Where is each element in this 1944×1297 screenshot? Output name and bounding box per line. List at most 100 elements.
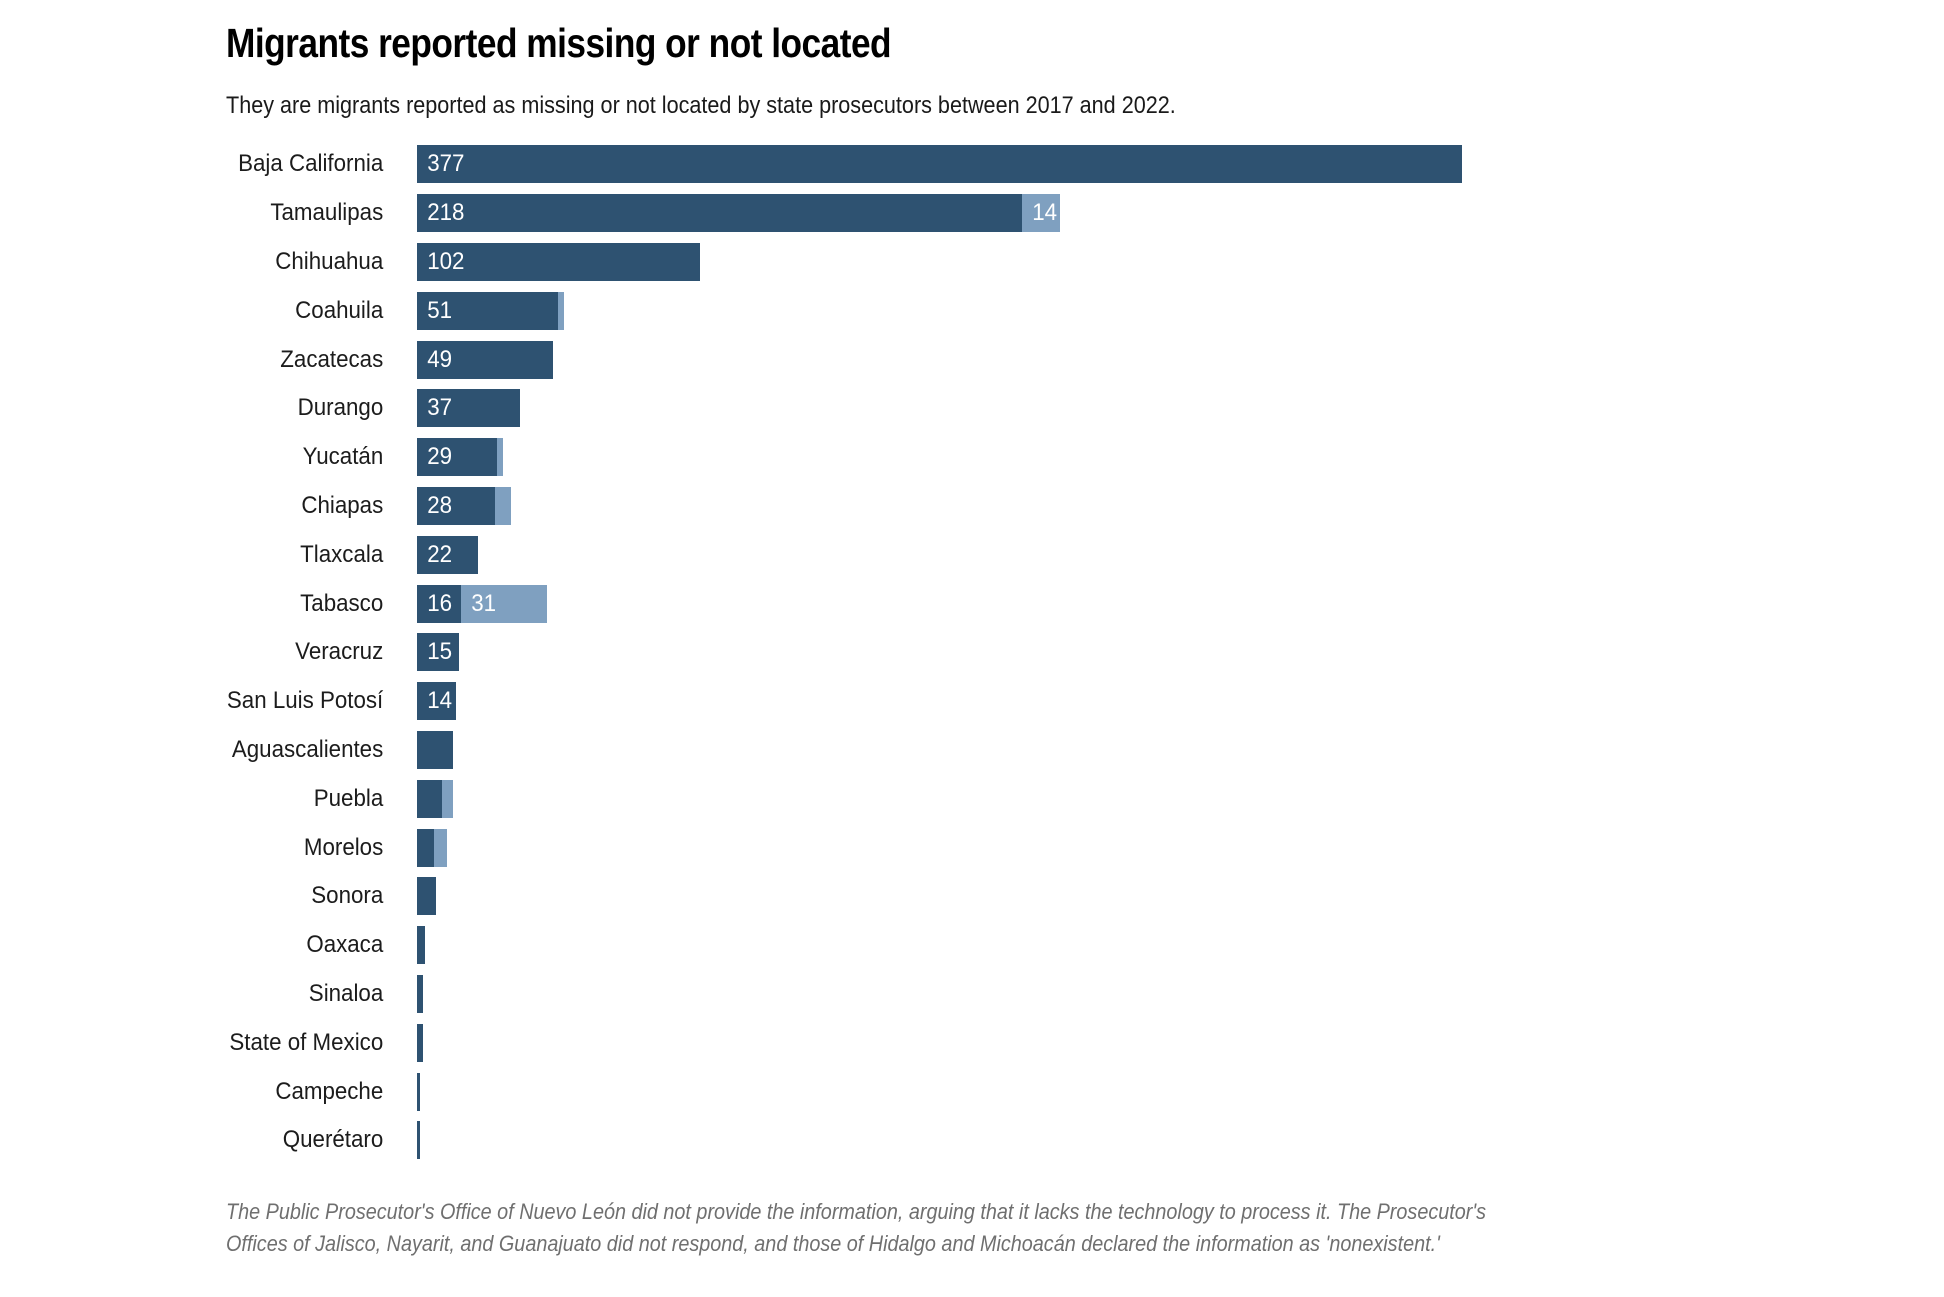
category-label: Tlaxcala xyxy=(300,540,384,568)
category-label: Sinaloa xyxy=(308,979,384,1007)
bar-segment-missing xyxy=(417,974,423,1013)
bar-value-label: 218 xyxy=(427,199,465,227)
category-label: Chiapas xyxy=(301,491,384,519)
chart-subtitle: They are migrants reported as missing or… xyxy=(226,92,1176,119)
stacked-bar: 15 xyxy=(417,633,459,672)
bar-segment-missing xyxy=(417,1121,420,1160)
bar-value-label: 377 xyxy=(427,150,465,178)
bar-segment-missing: 22 xyxy=(417,535,478,574)
stacked-bar: 29 xyxy=(417,438,503,477)
bar-row: Coahuila 51 xyxy=(0,286,1944,335)
page-title: Migrants reported missing or not located xyxy=(226,20,892,66)
bar-row: Tamaulipas 218 14 xyxy=(0,189,1944,238)
bar-segment-not-located xyxy=(441,779,454,818)
stacked-bar: 28 xyxy=(417,486,512,525)
chart-footnote: The Public Prosecutor's Office of Nuevo … xyxy=(226,1199,1487,1256)
bar-row: Querétaro xyxy=(0,1116,1944,1165)
bar-row: Chihuahua 102 xyxy=(0,238,1944,287)
bar-row: San Luis Potosí 14 xyxy=(0,677,1944,726)
bar-segment-missing: 15 xyxy=(417,633,459,672)
bar-row: Chiapas 28 xyxy=(0,482,1944,531)
bar-segment-not-located: 31 xyxy=(461,584,548,623)
bar-row: Tabasco 16 31 xyxy=(0,579,1944,628)
stacked-bar xyxy=(417,730,454,769)
stacked-bar: 218 14 xyxy=(417,194,1061,233)
category-label: Puebla xyxy=(313,784,384,812)
category-label: State of Mexico xyxy=(229,1028,384,1056)
bar-value-label: 22 xyxy=(427,540,453,568)
stacked-bar xyxy=(417,1023,423,1062)
bar-value-label: 51 xyxy=(427,296,453,324)
bar-row: Morelos xyxy=(0,823,1944,872)
category-label: Campeche xyxy=(275,1077,384,1105)
bar-segment-missing xyxy=(417,1072,420,1111)
stacked-bar xyxy=(417,1072,420,1111)
bar-row: Tlaxcala 22 xyxy=(0,530,1944,579)
bar-segment-missing: 14 xyxy=(417,682,456,721)
bar-value-label: 14 xyxy=(1031,199,1057,227)
stacked-bar: 22 xyxy=(417,535,478,574)
stacked-bar: 14 xyxy=(417,682,456,721)
bar-value-label: 28 xyxy=(427,491,453,519)
category-label: Veracruz xyxy=(295,638,384,666)
bar-row: Sonora xyxy=(0,872,1944,921)
bar-row: Aguascalientes xyxy=(0,726,1944,775)
category-label: Chihuahua xyxy=(275,247,384,275)
category-label: Coahuila xyxy=(295,296,384,324)
bar-row: Oaxaca xyxy=(0,921,1944,970)
stacked-bar: 16 31 xyxy=(417,584,548,623)
bar-segment-missing xyxy=(417,877,437,916)
bar-row: Veracruz 15 xyxy=(0,628,1944,677)
bar-value-label: 37 xyxy=(427,394,453,422)
bar-value-label: 49 xyxy=(427,345,453,373)
bar-row: Campeche xyxy=(0,1067,1944,1116)
category-label: Yucatán xyxy=(302,443,384,471)
bar-segment-not-located xyxy=(558,291,564,330)
category-label: Baja California xyxy=(238,150,384,178)
stacked-bar: 102 xyxy=(417,242,700,281)
bar-value-label: 29 xyxy=(427,443,453,471)
stacked-bar xyxy=(417,877,437,916)
bar-value-label: 16 xyxy=(427,589,453,617)
category-label: Zacatecas xyxy=(280,345,384,373)
bar-segment-missing xyxy=(417,779,442,818)
bar-segment-missing xyxy=(417,828,434,867)
bar-segment-missing: 377 xyxy=(417,145,1463,184)
bar-segment-missing: 218 xyxy=(417,194,1022,233)
bar-row: Durango 37 xyxy=(0,384,1944,433)
category-label: Tabasco xyxy=(300,589,384,617)
bar-row: Sinaloa xyxy=(0,970,1944,1019)
stacked-bar xyxy=(417,926,426,965)
stacked-bar xyxy=(417,1121,420,1160)
bar-value-label: 14 xyxy=(427,687,453,715)
category-label: Morelos xyxy=(303,833,384,861)
bar-value-label: 15 xyxy=(427,638,453,666)
category-label: Oaxaca xyxy=(306,931,384,959)
bar-segment-missing: 102 xyxy=(417,242,700,281)
stacked-bar xyxy=(417,828,448,867)
bar-segment-not-located: 14 xyxy=(1021,194,1061,233)
bar-segment-not-located xyxy=(494,486,512,525)
bar-segment-not-located xyxy=(497,438,503,477)
bar-chart-plot: Baja California 377 Tamaulipas 218 14 Chihuah… xyxy=(0,140,1944,1165)
category-label: Durango xyxy=(297,394,384,422)
category-label: Aguascalientes xyxy=(231,735,384,763)
stacked-bar xyxy=(417,974,423,1013)
stacked-bar xyxy=(417,779,454,818)
stacked-bar: 51 xyxy=(417,291,564,330)
bar-value-label: 102 xyxy=(427,247,465,275)
bar-segment-missing: 16 xyxy=(417,584,462,623)
bar-value-label: 31 xyxy=(471,589,497,617)
bar-segment-missing xyxy=(417,1023,423,1062)
category-label: Tamaulipas xyxy=(270,199,384,227)
category-label: Querétaro xyxy=(282,1126,384,1154)
bar-row: Zacatecas 49 xyxy=(0,335,1944,384)
bar-segment-missing: 49 xyxy=(417,340,553,379)
bar-segment-missing xyxy=(417,926,426,965)
bar-segment-missing: 37 xyxy=(417,389,520,428)
bar-row: Yucatán 29 xyxy=(0,433,1944,482)
bar-segment-not-located xyxy=(433,828,448,867)
category-label: Sonora xyxy=(311,882,384,910)
bar-segment-missing: 28 xyxy=(417,486,495,525)
bar-segment-missing xyxy=(417,730,454,769)
